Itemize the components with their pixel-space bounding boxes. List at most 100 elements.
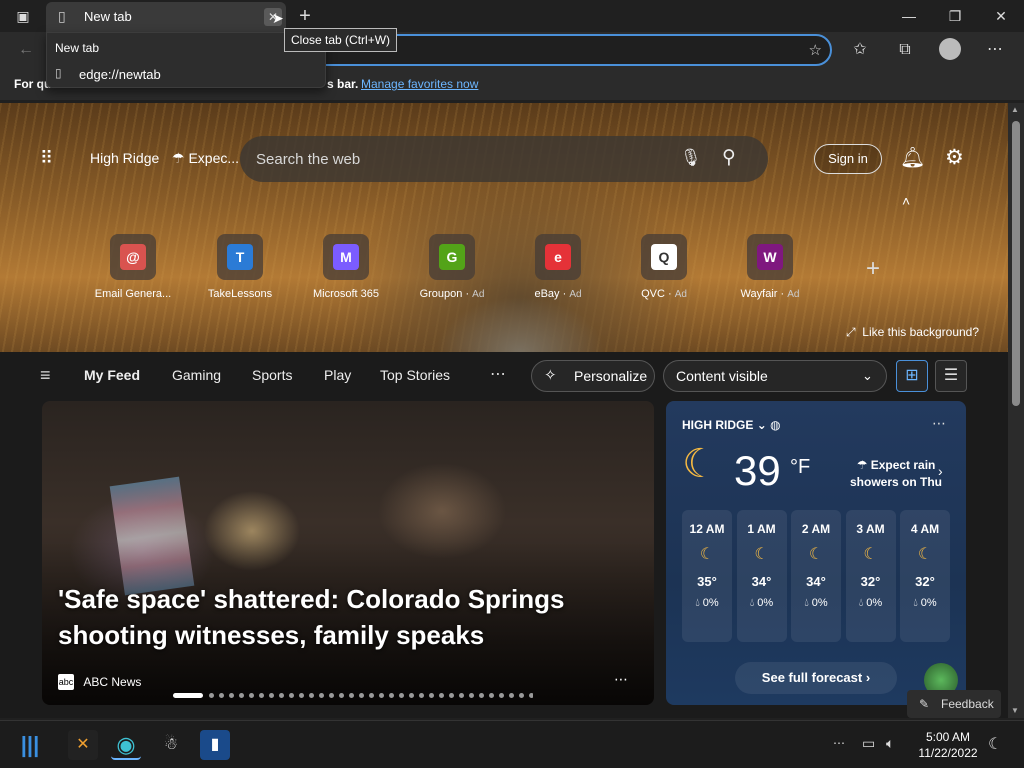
collections-icon[interactable]: ⧉ bbox=[893, 38, 917, 62]
hourly-forecast-item[interactable]: 1 AM ☾ 34° 💧︎ 0% bbox=[736, 510, 787, 642]
feed-tab-gaming[interactable]: Gaming bbox=[172, 367, 221, 383]
chevron-up-icon[interactable]: ˄ bbox=[902, 193, 910, 209]
search-box[interactable]: Search the web 🎙︎ ⚲ bbox=[240, 136, 768, 182]
profile-avatar[interactable] bbox=[938, 38, 962, 62]
quick-link[interactable]: M Microsoft 365 bbox=[301, 234, 391, 300]
carousel-dot[interactable] bbox=[399, 693, 404, 698]
scrollbar[interactable]: ▲ ▼ bbox=[1008, 103, 1024, 718]
carousel-dot[interactable] bbox=[279, 693, 284, 698]
carousel-dot[interactable] bbox=[249, 693, 254, 698]
carousel-dot[interactable] bbox=[219, 693, 224, 698]
carousel-dot[interactable] bbox=[509, 693, 514, 698]
personalize-button[interactable]: ✧ Personalize bbox=[531, 360, 655, 392]
search-input[interactable]: Search the web bbox=[256, 151, 360, 168]
minimize-button[interactable]: — bbox=[886, 0, 932, 32]
tab-actions-icon[interactable]: ▣ bbox=[0, 0, 46, 32]
feed-tab-my-feed[interactable]: My Feed bbox=[84, 367, 140, 383]
quick-link[interactable]: T TakeLessons bbox=[195, 234, 285, 300]
weather-summary[interactable]: ☂ Expect rain showers on Thu bbox=[846, 457, 946, 491]
carousel-dot[interactable] bbox=[359, 693, 364, 698]
see-full-forecast-button[interactable]: See full forecast › bbox=[735, 662, 897, 694]
carousel-dot[interactable] bbox=[479, 693, 484, 698]
more-tabs-icon[interactable]: ⋯ bbox=[490, 364, 506, 384]
app-launcher-icon[interactable]: ⠿ bbox=[40, 148, 54, 169]
notifications-bell-icon[interactable]: 🔔︎ bbox=[900, 145, 925, 170]
carousel-dot[interactable] bbox=[289, 693, 294, 698]
temperature-unit[interactable]: °F bbox=[790, 456, 810, 479]
carousel-dot[interactable] bbox=[309, 693, 314, 698]
carousel-dot[interactable] bbox=[409, 693, 414, 698]
quick-link[interactable]: Q QVC · Ad bbox=[619, 234, 709, 300]
document-app-icon[interactable]: ▮ bbox=[200, 730, 230, 760]
grid-layout-button[interactable]: ⊞ bbox=[896, 360, 928, 392]
scroll-down-arrow-icon[interactable]: ▼ bbox=[1011, 706, 1019, 715]
chevron-right-icon[interactable]: › bbox=[938, 463, 943, 479]
weather-snippet[interactable]: ☂ Expec... bbox=[172, 150, 239, 167]
carousel-dot[interactable] bbox=[449, 693, 454, 698]
carousel-dot[interactable] bbox=[499, 693, 504, 698]
news-more-icon[interactable]: ⋯ bbox=[614, 671, 628, 688]
start-icon[interactable]: ||| bbox=[15, 730, 45, 760]
edge-icon[interactable]: ◉ bbox=[111, 730, 141, 760]
location-label[interactable]: High Ridge bbox=[90, 150, 159, 166]
quick-link[interactable]: W Wayfair · Ad bbox=[725, 234, 815, 300]
carousel-dot[interactable] bbox=[319, 693, 324, 698]
list-layout-button[interactable]: ☰ bbox=[935, 360, 967, 392]
carousel-dot[interactable] bbox=[459, 693, 464, 698]
carousel-dot-active[interactable] bbox=[173, 693, 203, 698]
weather-more-icon[interactable]: ⋯ bbox=[932, 415, 946, 432]
settings-more-icon[interactable]: ⋯ bbox=[983, 38, 1007, 62]
carousel-dot[interactable] bbox=[529, 693, 533, 698]
carousel-dot[interactable] bbox=[389, 693, 394, 698]
hourly-forecast-item[interactable]: 2 AM ☾ 34° 💧︎ 0% bbox=[791, 510, 841, 642]
add-shortcut-button[interactable]: + bbox=[866, 255, 880, 283]
carousel-dot[interactable] bbox=[429, 693, 434, 698]
carousel-dots[interactable] bbox=[173, 693, 533, 699]
carousel-dot[interactable] bbox=[349, 693, 354, 698]
network-icon[interactable]: ▭ bbox=[862, 735, 875, 752]
carousel-dot[interactable] bbox=[239, 693, 244, 698]
carousel-dot[interactable] bbox=[209, 693, 214, 698]
clock[interactable]: 5:00 AM 11/22/2022 bbox=[918, 729, 978, 761]
carousel-dot[interactable] bbox=[339, 693, 344, 698]
menu-icon[interactable]: ≡ bbox=[40, 365, 51, 386]
carousel-dot[interactable] bbox=[259, 693, 264, 698]
weather-location[interactable]: HIGH RIDGE ⌄ ◍ bbox=[682, 418, 781, 432]
carousel-dot[interactable] bbox=[269, 693, 274, 698]
carousel-dot[interactable] bbox=[439, 693, 444, 698]
close-window-button[interactable]: ✕ bbox=[978, 0, 1024, 32]
feed-tab-play[interactable]: Play bbox=[324, 367, 351, 383]
carousel-dot[interactable] bbox=[519, 693, 524, 698]
manage-favorites-link[interactable]: Manage favorites now bbox=[361, 77, 478, 91]
scroll-up-arrow-icon[interactable]: ▲ bbox=[1011, 105, 1019, 114]
feedback-button[interactable]: ✎ Feedback bbox=[907, 690, 1001, 718]
search-icon[interactable]: ⚲ bbox=[722, 146, 736, 169]
content-visibility-dropdown[interactable]: Content visible ⌄ bbox=[663, 360, 887, 392]
carousel-dot[interactable] bbox=[229, 693, 234, 698]
carousel-dot[interactable] bbox=[379, 693, 384, 698]
volume-icon[interactable]: 🔈︎ bbox=[886, 735, 894, 752]
sign-in-button[interactable]: Sign in bbox=[814, 144, 882, 174]
settings-gear-icon[interactable]: ⚙ bbox=[945, 145, 964, 170]
hourly-forecast-item[interactable]: 3 AM ☾ 32° 💧︎ 0% bbox=[845, 510, 896, 642]
quick-link[interactable]: @ Email Genera... bbox=[88, 234, 178, 300]
microphone-icon[interactable]: 🎙︎ bbox=[680, 148, 702, 168]
hourly-forecast-item[interactable]: 4 AM ☾ 32° 💧︎ 0% bbox=[900, 510, 950, 642]
carousel-dot[interactable] bbox=[469, 693, 474, 698]
news-headline[interactable]: 'Safe space' shattered: Colorado Springs… bbox=[58, 581, 618, 653]
bot-app-icon[interactable]: ☃ bbox=[156, 730, 186, 760]
carousel-dot[interactable] bbox=[299, 693, 304, 698]
tab-new-tab[interactable]: ▯ New tab ✕ bbox=[46, 2, 286, 32]
carousel-dot[interactable] bbox=[419, 693, 424, 698]
news-card[interactable]: 'Safe space' shattered: Colorado Springs… bbox=[42, 401, 654, 705]
xampp-icon[interactable]: ✕ bbox=[68, 730, 98, 760]
feed-tab-top-stories[interactable]: Top Stories bbox=[380, 367, 450, 383]
carousel-dot[interactable] bbox=[329, 693, 334, 698]
carousel-dot[interactable] bbox=[369, 693, 374, 698]
notification-center-icon[interactable]: ☾ bbox=[988, 734, 1002, 754]
favorites-icon[interactable]: ✩ bbox=[848, 38, 872, 62]
hidden-icons-icon[interactable]: ⋯ bbox=[833, 736, 845, 750]
feed-tab-sports[interactable]: Sports bbox=[252, 367, 292, 383]
hourly-forecast-item[interactable]: 12 AM ☾ 35° 💧︎ 0% bbox=[682, 510, 732, 642]
quick-link[interactable]: e eBay · Ad bbox=[513, 234, 603, 300]
